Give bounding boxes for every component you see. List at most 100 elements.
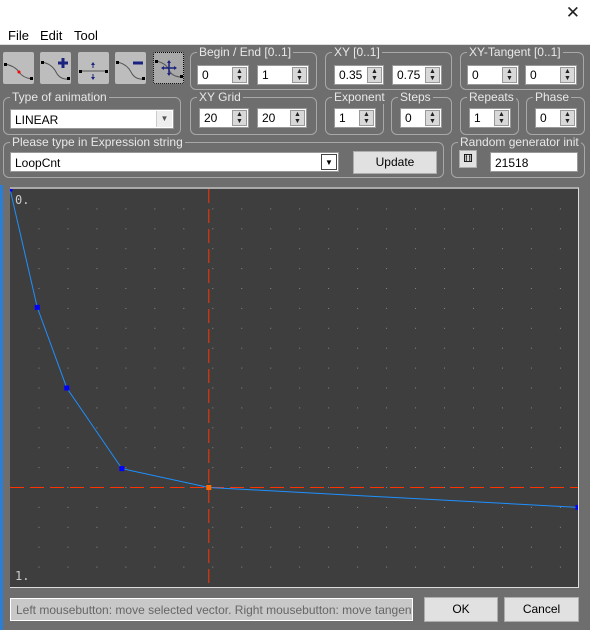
vector-point xyxy=(64,385,70,391)
grid-dot xyxy=(386,487,388,488)
grid-dot xyxy=(38,467,40,469)
grid-dot xyxy=(154,367,156,369)
cancel-button[interactable]: Cancel xyxy=(504,597,579,622)
spinner-arrows-icon[interactable]: ▲ ▼ xyxy=(232,67,247,83)
begin-end-group: Begin / End [0..1] 0 ▲ ▼ 1 ▲ ▼ xyxy=(190,45,317,90)
ok-button[interactable]: OK xyxy=(424,597,498,622)
grid-dot xyxy=(328,327,330,329)
grid-dot xyxy=(415,427,417,429)
curve-line xyxy=(10,189,578,508)
insert-vector-button[interactable] xyxy=(40,52,71,84)
grid-dot xyxy=(183,228,185,230)
grid-dot xyxy=(559,228,561,230)
grid-dot xyxy=(299,307,301,309)
delete-vector-button[interactable] xyxy=(115,52,146,84)
grid-dot xyxy=(38,327,40,329)
move-vector-button[interactable] xyxy=(153,52,184,84)
split-vector-button[interactable] xyxy=(78,52,109,84)
grid-dot xyxy=(472,566,474,568)
grid-dot xyxy=(415,367,417,369)
grid-dot xyxy=(559,566,561,568)
spinner-arrows-icon[interactable]: ▲ ▼ xyxy=(560,110,575,126)
vector-point xyxy=(10,189,13,192)
grid-dot xyxy=(38,288,40,289)
spinner-arrows-icon[interactable]: ▲ ▼ xyxy=(290,110,305,126)
spinner-arrows-icon[interactable]: ▲ ▼ xyxy=(425,110,440,126)
grid-dot xyxy=(212,248,214,250)
grid-dot xyxy=(357,447,359,449)
grid-dot xyxy=(212,387,214,389)
menu-tool[interactable]: Tool xyxy=(74,28,98,43)
grid-dot xyxy=(444,367,446,369)
grid-dot xyxy=(501,347,503,349)
selected-vector-point xyxy=(206,485,212,490)
bottom-axis-label: 1. xyxy=(15,569,30,583)
grid-dot xyxy=(472,268,474,270)
grid-dot xyxy=(415,387,417,389)
grid-dot xyxy=(125,526,127,528)
grid-dot xyxy=(154,228,156,230)
spinner-arrows-icon[interactable]: ▲ ▼ xyxy=(560,67,575,83)
spinner-arrows-icon[interactable]: ▲ ▼ xyxy=(359,110,374,126)
grid-dot xyxy=(472,347,474,349)
grid-dot xyxy=(125,307,127,309)
grid-dot xyxy=(444,487,446,488)
grid-dot xyxy=(472,288,474,289)
grid-dot xyxy=(183,327,185,329)
grid-dot xyxy=(501,427,503,429)
grid-dot xyxy=(530,288,532,289)
grid-dot xyxy=(559,367,561,369)
grid-dot xyxy=(183,367,185,369)
grid-dot xyxy=(125,546,127,548)
dice-icon[interactable]: ⚅ xyxy=(459,150,477,168)
begin-spinner[interactable]: 0 ▲ ▼ xyxy=(197,65,249,85)
chevron-down-icon[interactable]: ▼ xyxy=(156,111,172,127)
random-seed-input[interactable]: 21518 xyxy=(490,152,578,172)
grid-dot xyxy=(270,288,272,289)
tangent-x-spinner[interactable]: 0 ▲ ▼ xyxy=(467,65,519,85)
grid-x-spinner[interactable]: 20 ▲ ▼ xyxy=(199,108,249,128)
menu-edit[interactable]: Edit xyxy=(40,28,62,43)
grid-dot xyxy=(38,566,40,568)
spinner-arrows-icon[interactable]: ▲ ▼ xyxy=(425,67,440,83)
grid-dot xyxy=(183,566,185,568)
phase-spinner[interactable]: 0 ▲ ▼ xyxy=(535,108,577,128)
grid-dot xyxy=(386,268,388,270)
grid-dot xyxy=(299,248,301,250)
chevron-down-icon[interactable]: ▼ xyxy=(321,154,337,170)
grid-dot xyxy=(501,288,503,289)
grid-dot xyxy=(415,208,417,210)
spinner-arrows-icon[interactable]: ▲ ▼ xyxy=(232,110,247,126)
grid-dot xyxy=(415,467,417,469)
x-spinner[interactable]: 0.35 ▲ ▼ xyxy=(334,65,384,85)
animation-type-select[interactable]: LINEAR ▼ xyxy=(10,109,174,129)
y-spinner[interactable]: 0.75 ▲ ▼ xyxy=(392,65,442,85)
grid-dot xyxy=(270,407,272,409)
grid-dot xyxy=(415,566,417,568)
grid-dot xyxy=(96,526,98,528)
grid-dot xyxy=(212,307,214,309)
repeats-spinner[interactable]: 1 ▲ ▼ xyxy=(469,108,511,128)
spinner-arrows-icon[interactable]: ▲ ▼ xyxy=(494,110,509,126)
tangent-y-spinner[interactable]: 0 ▲ ▼ xyxy=(525,65,577,85)
grid-y-spinner[interactable]: 20 ▲ ▼ xyxy=(257,108,307,128)
menu-file[interactable]: File xyxy=(8,28,29,43)
spinner-arrows-icon[interactable]: ▲ ▼ xyxy=(292,67,307,83)
expression-input[interactable]: LoopCnt ▼ xyxy=(10,152,339,172)
curve-plot[interactable]: 0. 1. xyxy=(10,187,579,588)
steps-spinner[interactable]: 0 ▲ ▼ xyxy=(400,108,442,128)
grid-dot xyxy=(299,566,301,568)
end-spinner[interactable]: 1 ▲ ▼ xyxy=(257,65,309,85)
grid-dot xyxy=(183,248,185,250)
grid-dot xyxy=(501,367,503,369)
close-icon[interactable]: ✕ xyxy=(566,3,580,23)
grid-dot xyxy=(96,407,98,409)
grid-dot xyxy=(386,427,388,429)
grid-dot xyxy=(154,407,156,409)
spinner-arrows-icon[interactable]: ▲ ▼ xyxy=(502,67,517,83)
spinner-arrows-icon[interactable]: ▲ ▼ xyxy=(367,67,382,83)
exponent-spinner[interactable]: 1 ▲ ▼ xyxy=(334,108,376,128)
grid-dot xyxy=(38,248,40,250)
add-point-tool-button[interactable] xyxy=(3,52,34,84)
update-button[interactable]: Update xyxy=(353,151,437,174)
